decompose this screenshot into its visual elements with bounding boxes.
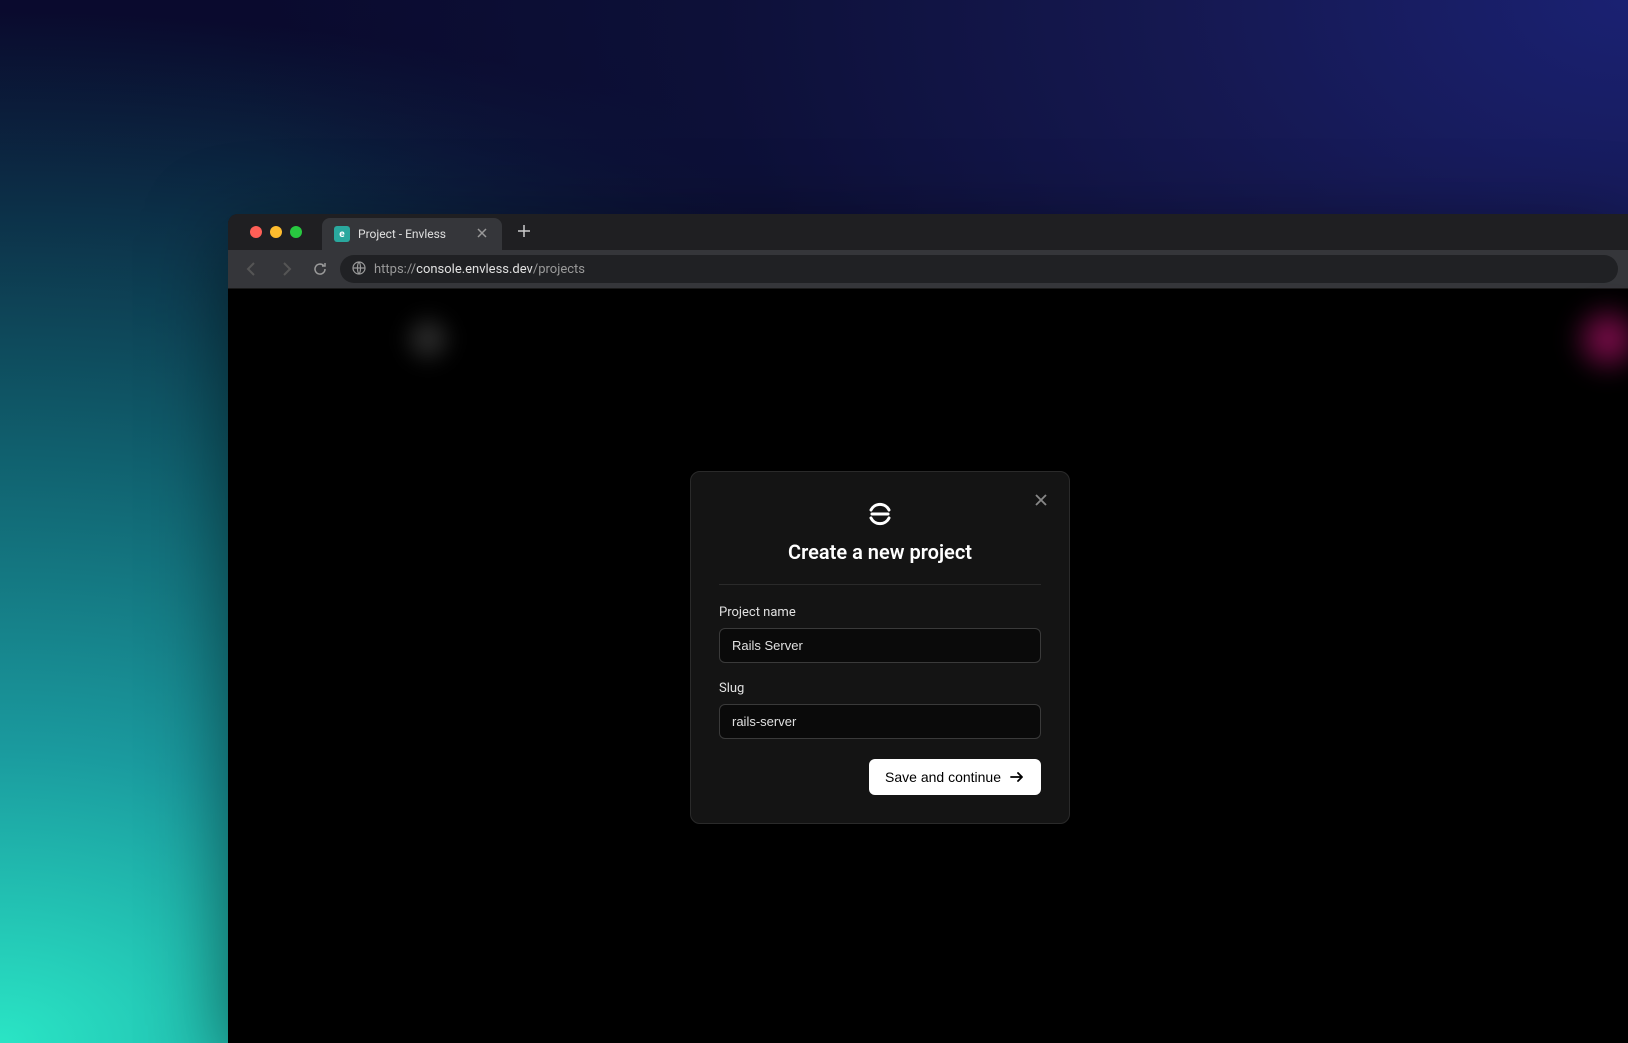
slug-group: Slug [719, 681, 1041, 739]
envless-logo-icon [866, 500, 894, 528]
url-text: https://console.envless.dev/projects [374, 262, 585, 277]
slug-input[interactable] [719, 704, 1041, 739]
browser-chrome: e Project - Envless [228, 214, 1628, 289]
save-continue-label: Save and continue [885, 769, 1001, 785]
browser-tab[interactable]: e Project - Envless [322, 218, 502, 250]
address-bar: https://console.envless.dev/projects [228, 250, 1628, 288]
brand-logo [719, 500, 1041, 528]
nav-forward-button[interactable] [272, 255, 300, 283]
nav-reload-button[interactable] [306, 255, 334, 283]
plus-icon [517, 224, 531, 238]
modal-actions: Save and continue [719, 759, 1041, 795]
close-icon [1034, 493, 1048, 507]
divider [719, 584, 1041, 585]
tab-close-button[interactable] [474, 226, 490, 242]
decorative-glow [398, 309, 458, 369]
modal-title: Create a new project [719, 540, 1041, 564]
window-close-button[interactable] [250, 226, 262, 238]
decorative-glow [1568, 299, 1628, 379]
new-tab-button[interactable] [514, 222, 534, 243]
url-bar[interactable]: https://console.envless.dev/projects [340, 255, 1618, 283]
project-name-label: Project name [719, 605, 1041, 620]
modal-close-button[interactable] [1029, 488, 1053, 512]
slug-label: Slug [719, 681, 1041, 696]
url-path: /projects [533, 262, 585, 277]
browser-window: e Project - Envless [228, 214, 1628, 1043]
window-maximize-button[interactable] [290, 226, 302, 238]
window-minimize-button[interactable] [270, 226, 282, 238]
create-project-modal: Create a new project Project name Slug S… [690, 471, 1070, 824]
arrow-left-icon [244, 261, 260, 277]
arrow-right-icon [278, 261, 294, 277]
project-name-group: Project name [719, 605, 1041, 663]
window-controls [238, 226, 314, 238]
close-icon [477, 228, 487, 238]
reload-icon [312, 261, 328, 277]
globe-icon [352, 260, 366, 279]
url-protocol: https:// [374, 262, 416, 277]
url-domain: console.envless.dev [416, 262, 533, 277]
page-content: Create a new project Project name Slug S… [228, 289, 1628, 1043]
nav-back-button[interactable] [238, 255, 266, 283]
tab-favicon-icon: e [334, 226, 350, 242]
project-name-input[interactable] [719, 628, 1041, 663]
arrow-right-icon [1009, 769, 1025, 785]
save-continue-button[interactable]: Save and continue [869, 759, 1041, 795]
tab-bar: e Project - Envless [228, 214, 1628, 250]
tab-title: Project - Envless [358, 227, 466, 241]
